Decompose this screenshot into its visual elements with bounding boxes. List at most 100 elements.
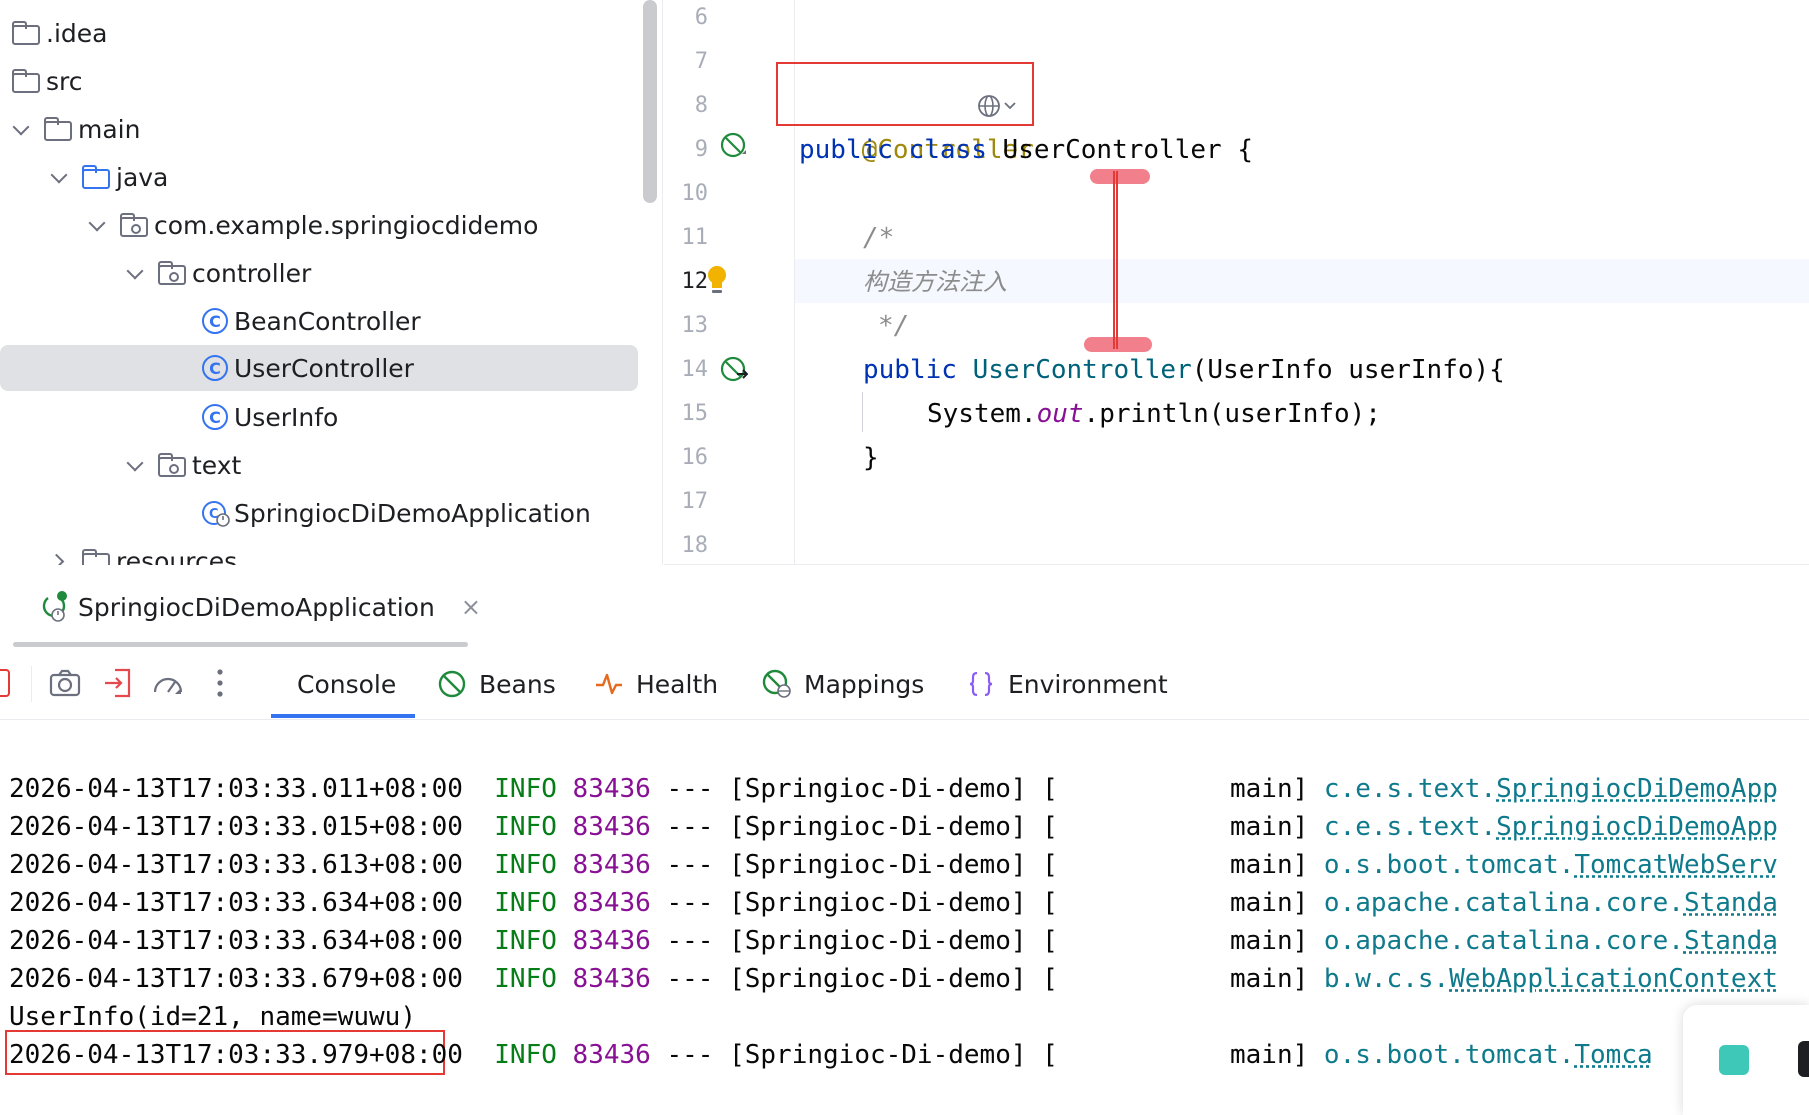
tab-console[interactable]: Console xyxy=(297,660,396,708)
log-logger: o.s.boot.tomcat.TomcatWebServ xyxy=(1324,850,1778,880)
logger-prefix: c.e.s.text. xyxy=(1323,812,1497,842)
chevron-down-icon[interactable] xyxy=(126,456,144,474)
tab-label: Mappings xyxy=(804,669,925,699)
console-output[interactable]: 2026-04-13T17:03:33.011+08:00 INFO 83436… xyxy=(0,721,1809,1115)
logger-class-link[interactable]: Tomca xyxy=(1574,1040,1652,1070)
tree-item-label: UserController xyxy=(234,353,414,383)
constructor-params: (UserInfo userInfo){ xyxy=(1191,355,1505,385)
chevron-down-icon[interactable] xyxy=(50,168,68,186)
tree-item-label: text xyxy=(192,450,242,480)
logger-class-link[interactable]: SpringiocDiDemoApp xyxy=(1496,774,1778,804)
tree-item-label: SpringiocDiDemoApplication xyxy=(234,498,591,528)
line-number: 18 xyxy=(681,533,709,558)
close-icon[interactable]: × xyxy=(461,593,481,621)
chevron-down-icon[interactable] xyxy=(126,264,144,282)
tab-label: Beans xyxy=(479,669,556,699)
tree-scrollbar[interactable] xyxy=(643,0,657,203)
tab-beans[interactable]: Beans xyxy=(437,660,556,708)
tab-environment[interactable]: Environment xyxy=(966,660,1168,708)
log-logger: c.e.s.text.SpringiocDiDemoApp xyxy=(1324,774,1778,804)
tree-item-package-root[interactable]: com.example.springiocdidemo xyxy=(88,202,538,248)
tree-item-idea[interactable]: .idea xyxy=(12,10,107,56)
tab-mappings[interactable]: Mappings xyxy=(762,660,924,708)
println-call: .println(userInfo); xyxy=(1083,399,1381,429)
folder-icon xyxy=(12,21,40,45)
run-configuration-tab[interactable]: SpringiocDiDemoApplication × xyxy=(36,584,481,630)
log-timestamp: 2026-04-13T17:03:33.011+08:00 xyxy=(9,774,463,804)
gauge-icon[interactable] xyxy=(151,666,185,700)
tab-health[interactable]: Health xyxy=(594,660,718,708)
line-number: 6 xyxy=(694,5,708,30)
system-ref: System. xyxy=(927,399,1037,429)
chevron-down-icon[interactable] xyxy=(12,120,30,138)
line-number: 10 xyxy=(681,181,709,206)
spring-injection-icon[interactable] xyxy=(720,356,748,384)
camera-icon[interactable] xyxy=(48,666,82,700)
code-line-16: } xyxy=(863,443,879,473)
tree-item-user-controller[interactable]: C UserController xyxy=(0,345,638,391)
logger-prefix: o.apache.catalina.core. xyxy=(1323,888,1684,918)
lightbulb-icon[interactable] xyxy=(704,264,730,298)
tree-item-label: com.example.springiocdidemo xyxy=(154,210,539,240)
indent-guide xyxy=(862,392,863,432)
logger-class-link[interactable]: Standa xyxy=(1684,888,1778,918)
tab-label: Console xyxy=(297,669,397,699)
line-number: 13 xyxy=(681,313,709,338)
highlight-stroke xyxy=(1090,169,1150,184)
tree-item-label: UserInfo xyxy=(234,402,339,432)
tree-item-label: src xyxy=(46,66,83,96)
log-pid: 83436 xyxy=(572,1040,651,1070)
widget-edge-icon[interactable] xyxy=(1798,1041,1809,1077)
tree-item-src[interactable]: src xyxy=(12,58,83,104)
log-timestamp: 2026-04-13T17:03:33.015+08:00 xyxy=(9,812,463,842)
run-tab-scrollbar[interactable] xyxy=(13,642,468,647)
log-level: INFO xyxy=(494,964,557,994)
spring-boot-class-icon: C xyxy=(202,501,230,527)
tree-item-label: controller xyxy=(192,258,312,288)
source-folder-icon xyxy=(82,165,110,189)
folder-icon xyxy=(12,69,40,93)
chevron-right-icon[interactable] xyxy=(50,552,68,565)
code-line-12: 构造方法注入 xyxy=(863,268,1007,296)
tree-item-label: BeanController xyxy=(234,306,421,336)
floating-widget[interactable] xyxy=(1683,1005,1809,1115)
line-number: 16 xyxy=(681,445,709,470)
tree-item-main[interactable]: main xyxy=(12,106,140,152)
tree-item-bean-controller[interactable]: C BeanController xyxy=(202,298,421,344)
keyword-public: public xyxy=(799,135,893,165)
exit-icon[interactable] xyxy=(101,666,135,700)
log-timestamp: 2026-04-13T17:03:33.634+08:00 xyxy=(9,888,463,918)
stop-icon[interactable] xyxy=(0,669,10,697)
tab-label: Environment xyxy=(1008,669,1168,699)
log-thread: --- [Springioc-Di-demo] [ main] xyxy=(650,1040,1324,1070)
log-pid: 83436 xyxy=(572,774,651,804)
log-pid: 83436 xyxy=(572,926,651,956)
tree-item-resources[interactable]: resources xyxy=(50,538,237,565)
spring-bean-icon[interactable] xyxy=(720,132,748,160)
keyword-class: class xyxy=(908,135,987,165)
logger-class-link[interactable]: Standa xyxy=(1684,926,1778,956)
mappings-icon xyxy=(762,669,791,698)
tree-item-springioc-app[interactable]: C SpringiocDiDemoApplication xyxy=(202,490,591,536)
tree-item-label: .idea xyxy=(46,18,108,48)
tree-item-text[interactable]: text xyxy=(126,442,241,488)
folder-icon xyxy=(82,549,110,565)
logger-class-link[interactable]: WebApplicationContext xyxy=(1449,964,1778,994)
run-tab-label: SpringiocDiDemoApplication xyxy=(78,592,435,622)
code-editor[interactable]: 6 7 8 9 10 11 12 13 14 15 16 17 18 @Cont… xyxy=(664,0,1809,565)
logger-prefix: o.apache.catalina.core. xyxy=(1323,926,1684,956)
logger-class-link[interactable]: SpringiocDiDemoApp xyxy=(1496,812,1778,842)
project-tree: .idea src main java com.example.springio… xyxy=(0,0,663,565)
log-thread: --- [Springioc-Di-demo] [ main] xyxy=(650,774,1324,804)
logger-prefix: o.s.boot.tomcat. xyxy=(1323,850,1575,880)
line-number: 15 xyxy=(681,401,709,426)
tree-item-user-info[interactable]: C UserInfo xyxy=(202,394,338,440)
chevron-down-icon[interactable] xyxy=(88,216,106,234)
log-thread: --- [Springioc-Di-demo] [ main] xyxy=(650,888,1324,918)
widget-app-icon[interactable] xyxy=(1719,1045,1749,1075)
more-icon[interactable] xyxy=(205,666,235,700)
logger-class-link[interactable]: TomcatWebServ xyxy=(1574,850,1778,880)
code-line-11: /* xyxy=(863,223,895,253)
tree-item-java[interactable]: java xyxy=(50,154,168,200)
tree-item-controller[interactable]: controller xyxy=(126,250,311,296)
